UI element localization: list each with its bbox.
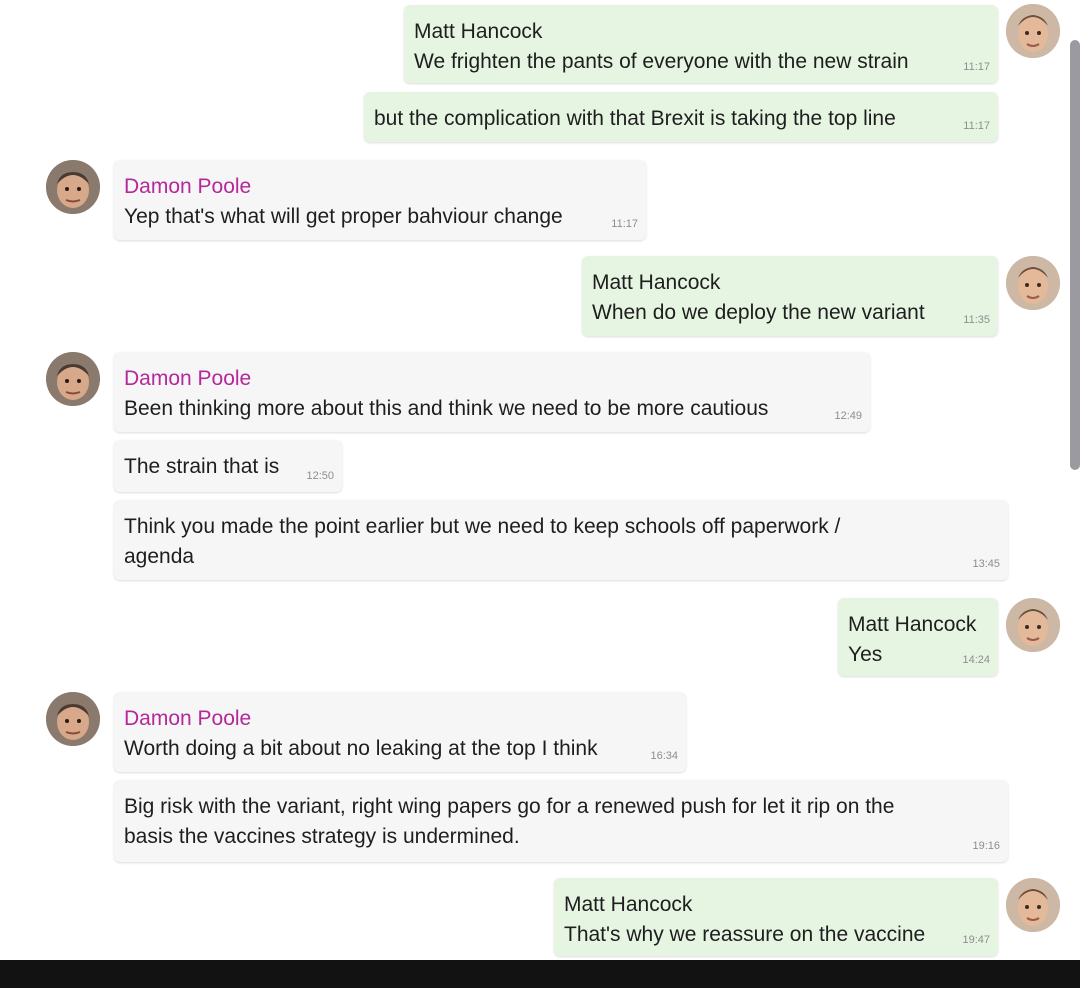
- message-bubble-outgoing[interactable]: but the complication with that Brexit is…: [364, 92, 998, 142]
- sender-name: Matt Hancock: [592, 271, 721, 294]
- sender-name: Matt Hancock: [848, 613, 977, 636]
- scrollbar[interactable]: [1070, 40, 1080, 470]
- message-bubble-incoming[interactable]: Damon Poole Been thinking more about thi…: [114, 352, 870, 432]
- message-time: 19:47: [962, 934, 990, 946]
- message-text: Yep that's what will get proper bahviour…: [124, 205, 563, 228]
- avatar-damon-poole[interactable]: [46, 160, 100, 214]
- message-bubble-outgoing[interactable]: Matt Hancock Yes 14:24: [838, 598, 998, 676]
- sender-name: Damon Poole: [124, 707, 252, 730]
- message-time: 11:17: [963, 61, 990, 73]
- message-time: 14:24: [962, 654, 990, 666]
- message-time: 11:17: [963, 120, 990, 132]
- message-text: Big risk with the variant, right wing pa…: [124, 795, 895, 848]
- message-time: 12:50: [306, 470, 334, 482]
- message-bubble-outgoing[interactable]: Matt Hancock That's why we reassure on t…: [554, 878, 998, 956]
- avatar-matt-hancock[interactable]: [1006, 4, 1060, 58]
- avatar-matt-hancock[interactable]: [1006, 256, 1060, 310]
- avatar-matt-hancock[interactable]: [1006, 598, 1060, 652]
- message-time: 13:45: [972, 558, 1000, 570]
- sender-name: Damon Poole: [124, 175, 252, 198]
- message-bubble-incoming[interactable]: Damon Poole Worth doing a bit about no l…: [114, 692, 686, 772]
- message-time: 11:17: [611, 218, 638, 230]
- message-text: When do we deploy the new variant: [592, 301, 925, 324]
- message-text: Been thinking more about this and think …: [124, 397, 769, 420]
- avatar-matt-hancock[interactable]: [1006, 878, 1060, 932]
- message-time: 19:16: [972, 840, 1000, 852]
- avatar-damon-poole[interactable]: [46, 692, 100, 746]
- message-time: 16:34: [650, 750, 678, 762]
- message-text: but the complication with that Brexit is…: [374, 107, 896, 130]
- message-time: 11:35: [963, 314, 990, 326]
- sender-name: Damon Poole: [124, 367, 252, 390]
- avatar-damon-poole[interactable]: [46, 352, 100, 406]
- message-time: 12:49: [834, 410, 862, 422]
- sender-name: Matt Hancock: [564, 893, 693, 916]
- message-text: We frighten the pants of everyone with t…: [414, 50, 909, 73]
- message-text: Worth doing a bit about no leaking at th…: [124, 737, 598, 760]
- message-text: Think you made the point earlier but we …: [124, 515, 841, 568]
- message-bubble-incoming[interactable]: The strain that is 12:50: [114, 440, 342, 492]
- bottom-navigation-bar: [0, 960, 1080, 988]
- message-text: Yes: [848, 643, 883, 666]
- message-bubble-incoming[interactable]: Damon Poole Yep that's what will get pro…: [114, 160, 646, 240]
- message-bubble-incoming[interactable]: Think you made the point earlier but we …: [114, 500, 1008, 580]
- message-bubble-outgoing[interactable]: Matt Hancock When do we deploy the new v…: [582, 256, 998, 336]
- message-bubble-incoming[interactable]: Big risk with the variant, right wing pa…: [114, 780, 1008, 862]
- message-bubble-outgoing[interactable]: Matt Hancock We frighten the pants of ev…: [404, 5, 998, 83]
- message-text: That's why we reassure on the vaccine: [564, 923, 926, 946]
- message-text: The strain that is: [124, 455, 280, 478]
- sender-name: Matt Hancock: [414, 20, 543, 43]
